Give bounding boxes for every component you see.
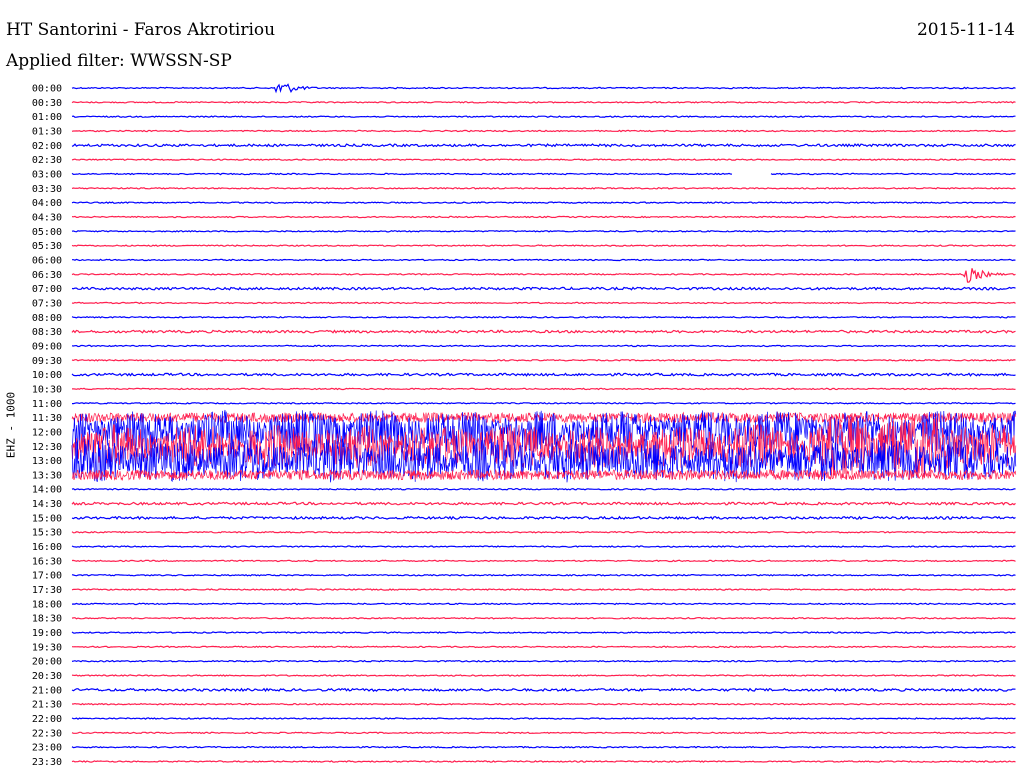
- time-tick-label: 22:00: [32, 714, 62, 725]
- trace-line: [71, 573, 1016, 577]
- trace-line: [71, 100, 1016, 104]
- trace-line: [71, 515, 1016, 521]
- time-tick-label: 12:30: [32, 442, 62, 453]
- time-tick-label: 17:00: [32, 571, 62, 582]
- trace-line: [71, 731, 1016, 735]
- trace-line: [71, 244, 1016, 247]
- time-tick-label: 05:30: [32, 241, 62, 252]
- time-tick-label: 04:30: [32, 212, 62, 223]
- trace-line: [72, 401, 1016, 405]
- time-tick-label: 18:00: [32, 599, 62, 610]
- time-tick-label: 14:00: [32, 485, 62, 496]
- time-tick-label: 04:00: [32, 198, 62, 209]
- time-tick-label: 11:00: [32, 399, 62, 410]
- trace-line: [72, 387, 1016, 391]
- trace-line: [71, 301, 1016, 305]
- time-tick-label: 02:30: [32, 155, 62, 166]
- time-tick-label: 15:00: [32, 513, 62, 524]
- time-tick-label: 00:30: [32, 98, 62, 109]
- time-tick-label: 00:00: [32, 84, 62, 95]
- time-tick-label: 09:00: [32, 341, 62, 352]
- trace-line: [71, 501, 1016, 506]
- trace-line: [71, 129, 1016, 133]
- time-tick-label: 21:00: [32, 685, 62, 696]
- trace-line: [71, 616, 1016, 620]
- trace-line: [71, 717, 1016, 720]
- trace-line: [71, 760, 1016, 763]
- trace-line: [71, 588, 1016, 591]
- time-tick-label: 19:30: [32, 642, 62, 653]
- time-tick-label: 07:30: [32, 298, 62, 309]
- time-tick-label: 01:30: [32, 126, 62, 137]
- trace-line: [71, 172, 1016, 176]
- time-tick-label: 01:00: [32, 112, 62, 123]
- time-tick-label: 10:00: [32, 370, 62, 381]
- trace-line: [72, 702, 1016, 706]
- trace-line: [71, 602, 1016, 606]
- time-tick-label: 06:00: [32, 255, 62, 266]
- trace-line: [71, 115, 1016, 119]
- time-tick-label: 07:00: [32, 284, 62, 295]
- trace-line: [71, 158, 1016, 161]
- time-tick-label: 23:00: [32, 743, 62, 754]
- time-tick-label: 08:00: [32, 313, 62, 324]
- time-tick-label: 23:30: [32, 757, 62, 768]
- time-tick-label: 08:30: [32, 327, 62, 338]
- time-tick-label: 22:30: [32, 728, 62, 739]
- trace-line: [71, 344, 1016, 348]
- trace-line: [71, 659, 1016, 663]
- helicorder-plot: 00:00 00:30 01:00 01:30 02:00 02:30 03:00 03:30…: [32, 83, 1017, 768]
- time-tick-label: 05:00: [32, 227, 62, 238]
- time-tick-label: 18:30: [32, 614, 62, 625]
- trace-line: [71, 530, 1016, 534]
- time-tick-label: 02:00: [32, 141, 62, 152]
- time-tick-label: 11:30: [32, 413, 62, 424]
- trace-line: [71, 201, 1016, 204]
- time-tick-label: 10:30: [32, 384, 62, 395]
- trace-line: [71, 186, 1016, 190]
- time-tick-label: 03:30: [32, 184, 62, 195]
- time-tick-label: 15:30: [32, 528, 62, 539]
- trace-line: [71, 215, 1016, 219]
- trace-line: [71, 229, 1016, 233]
- trace-line: [71, 631, 1016, 634]
- time-tick-label: 17:30: [32, 585, 62, 596]
- time-tick-label: 13:00: [32, 456, 62, 467]
- time-tick-label: 14:30: [32, 499, 62, 510]
- time-tick-label: 06:30: [32, 270, 62, 281]
- time-tick-label: 03:00: [32, 169, 62, 180]
- trace-line: [71, 372, 1016, 377]
- time-tick-label: 19:00: [32, 628, 62, 639]
- trace-line: [71, 358, 1016, 362]
- time-tick-label: 16:00: [32, 542, 62, 553]
- trace-line: [71, 329, 1016, 334]
- time-tick-label: 20:00: [32, 657, 62, 668]
- trace-line: [71, 83, 1016, 94]
- trace-line: [71, 559, 1016, 563]
- trace-line: [71, 745, 1016, 749]
- trace-line: [72, 258, 1016, 262]
- trace-line: [71, 487, 1016, 491]
- time-tick-label: 12:00: [32, 427, 62, 438]
- trace-line: [71, 545, 1016, 548]
- trace-line: [71, 645, 1016, 649]
- time-tick-label: 20:30: [32, 671, 62, 682]
- trace-line: [71, 674, 1016, 677]
- trace-line: [71, 143, 1016, 148]
- trace-line: [71, 687, 1016, 693]
- time-tick-label: 21:30: [32, 700, 62, 711]
- trace-line: [71, 315, 1016, 319]
- time-tick-label: 09:30: [32, 356, 62, 367]
- trace-line: [71, 268, 1016, 283]
- trace-line: [71, 286, 1016, 291]
- time-tick-label: 13:30: [32, 470, 62, 481]
- time-tick-label: 16:30: [32, 556, 62, 567]
